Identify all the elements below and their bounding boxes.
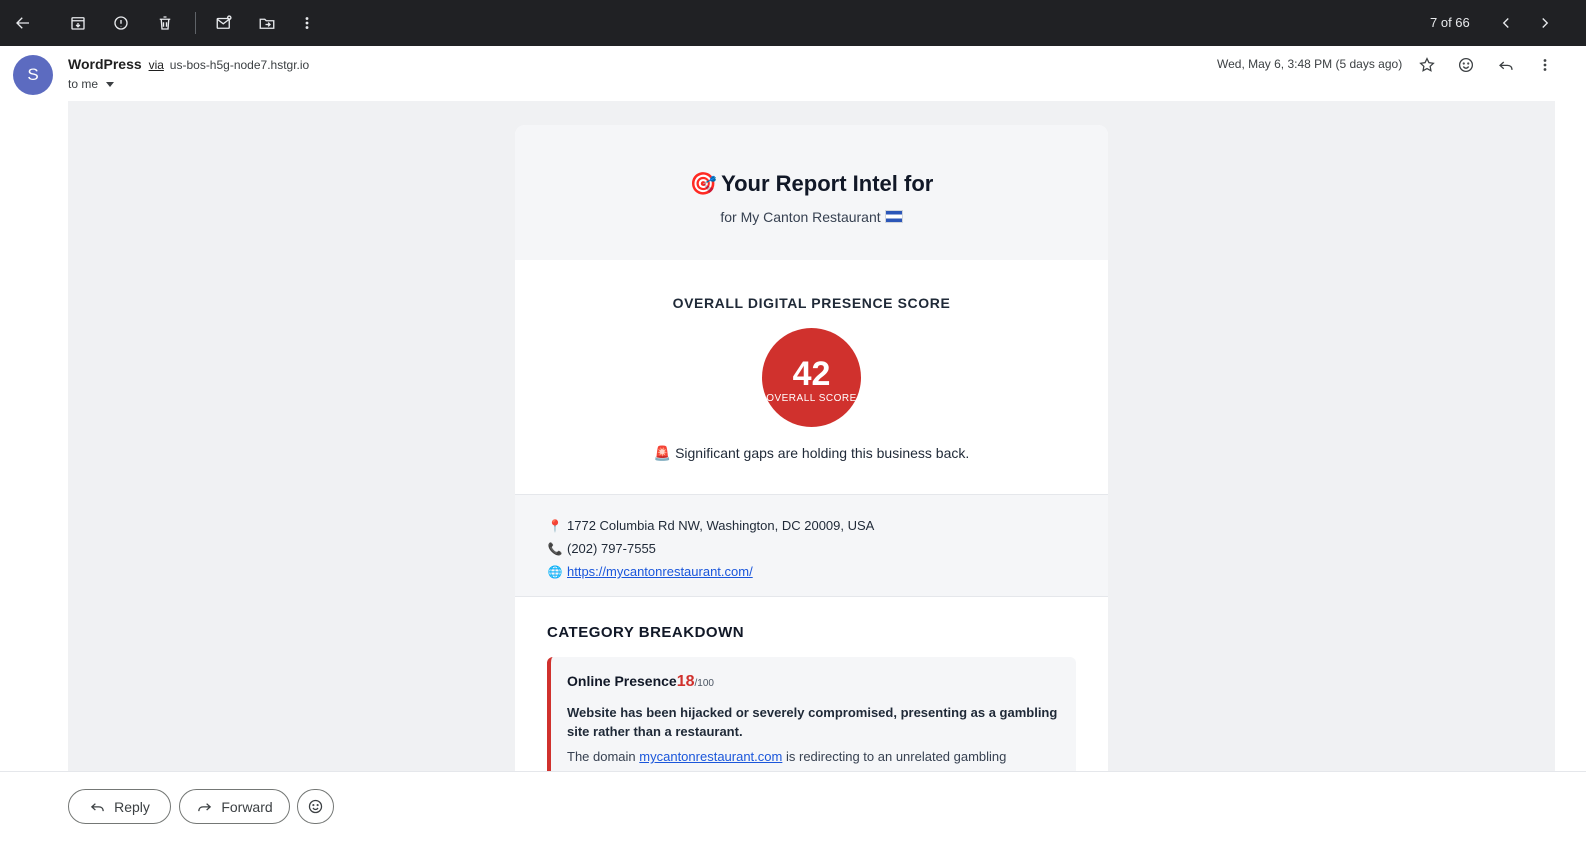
category-title: CATEGORY BREAKDOWN: [547, 624, 745, 641]
caret-down-icon: [106, 81, 115, 87]
recipient-details-toggle[interactable]: to me: [68, 77, 115, 91]
category-name: Online Presence: [567, 673, 677, 689]
category-headline: Website has been hijacked or severely co…: [567, 705, 1058, 739]
prev-chevron-icon[interactable]: [1494, 11, 1518, 35]
report-subtitle-text: for My Canton Restaurant: [720, 209, 881, 225]
category-description: The domain mycantonrestaurant.com is red…: [567, 747, 1060, 766]
category-desc-suffix: is redirecting to an unrelated gambling: [785, 749, 1007, 764]
category-out-of: /100: [694, 678, 714, 689]
reply-icon[interactable]: [1495, 54, 1517, 76]
sender-via-link[interactable]: via: [149, 58, 164, 72]
business-info: 📍 1772 Columbia Rd NW, Washington, DC 20…: [515, 495, 1108, 597]
score-caption: OVERALL SCORE: [766, 393, 857, 404]
globe-icon: 🌐: [547, 564, 563, 579]
score-section: OVERALL DIGITAL PRESENCE SCORE 42 OVERAL…: [515, 260, 1108, 495]
forward-label: Forward: [221, 798, 273, 815]
email-body: 🎯 Your Report Intel for for My Canton Res…: [68, 101, 1555, 771]
report-header: 🎯 Your Report Intel for for My Canton Res…: [515, 125, 1108, 260]
message-date: Wed, May 6, 3:48 PM (5 days ago): [1217, 57, 1403, 71]
report-card: 🎯 Your Report Intel for for My Canton Res…: [515, 125, 1108, 771]
bottom-action-bar: Reply Forward: [0, 771, 1586, 846]
score-value: 42: [792, 355, 831, 393]
delete-icon[interactable]: [153, 11, 177, 35]
reply-icon: [90, 803, 104, 812]
phone-row: 📞 (202) 797-7555: [547, 537, 1108, 560]
toolbar-divider: [195, 12, 196, 34]
sender-avatar[interactable]: S: [13, 55, 53, 95]
website-link[interactable]: https://mycantonrestaurant.com/: [567, 564, 753, 579]
move-to-icon[interactable]: [255, 11, 279, 35]
category-section: CATEGORY BREAKDOWN Online Presence18/100…: [515, 597, 1108, 771]
sender-line: WordPress via us-bos-h5g-node7.hstgr.io: [68, 56, 309, 72]
back-arrow-icon[interactable]: [11, 11, 35, 35]
report-title-text: Your Report Intel for: [721, 171, 934, 196]
mark-unread-icon[interactable]: [212, 11, 236, 35]
score-message: 🚨 Significant gaps are holding this busi…: [515, 445, 1108, 462]
forward-button[interactable]: Forward: [179, 789, 290, 824]
flag-icon: [884, 210, 903, 223]
star-icon[interactable]: [1416, 54, 1438, 76]
reply-label: Reply: [114, 798, 150, 815]
emoji-icon: [308, 799, 323, 814]
sender-name[interactable]: WordPress: [68, 56, 142, 72]
address-text: 1772 Columbia Rd NW, Washington, DC 2000…: [567, 518, 875, 533]
score-badge: 42 OVERALL SCORE: [762, 328, 861, 427]
emoji-reaction-icon[interactable]: [1455, 54, 1477, 76]
category-desc-prefix: The domain: [567, 749, 636, 764]
score-label: OVERALL DIGITAL PRESENCE SCORE: [672, 295, 951, 311]
more-vertical-icon[interactable]: [1534, 54, 1556, 76]
category-score: 18: [676, 673, 695, 690]
phone-text: (202) 797-7555: [567, 541, 656, 556]
domain-link[interactable]: mycantonrestaurant.com: [639, 749, 782, 764]
report-spam-icon[interactable]: [109, 11, 133, 35]
sender-host: us-bos-h5g-node7.hstgr.io: [169, 58, 310, 72]
pager-count: 7 of 66: [1430, 15, 1470, 30]
target-icon: 🎯: [689, 171, 718, 196]
report-subtitle: for My Canton Restaurant: [515, 209, 1108, 225]
score-message-text: Significant gaps are holding this busine…: [675, 445, 970, 461]
to-label: to me: [68, 77, 99, 91]
category-card: Online Presence18/100 Website has been h…: [547, 657, 1076, 771]
archive-icon[interactable]: [66, 11, 90, 35]
emoji-reaction-button[interactable]: [297, 789, 334, 824]
address-row: 📍 1772 Columbia Rd NW, Washington, DC 20…: [547, 514, 1108, 537]
reply-button[interactable]: Reply: [68, 789, 171, 824]
pin-icon: 📍: [547, 518, 563, 533]
report-title: 🎯 Your Report Intel for: [515, 171, 1108, 197]
website-row: 🌐 https://mycantonrestaurant.com/: [547, 560, 1108, 583]
top-toolbar: 7 of 66: [0, 0, 1586, 46]
phone-icon: 📞: [547, 541, 563, 556]
forward-icon: [198, 803, 212, 812]
next-chevron-icon[interactable]: [1533, 11, 1557, 35]
siren-icon: 🚨: [653, 445, 672, 461]
more-vertical-icon[interactable]: [295, 11, 319, 35]
category-heading: Online Presence18/100: [567, 673, 1060, 691]
